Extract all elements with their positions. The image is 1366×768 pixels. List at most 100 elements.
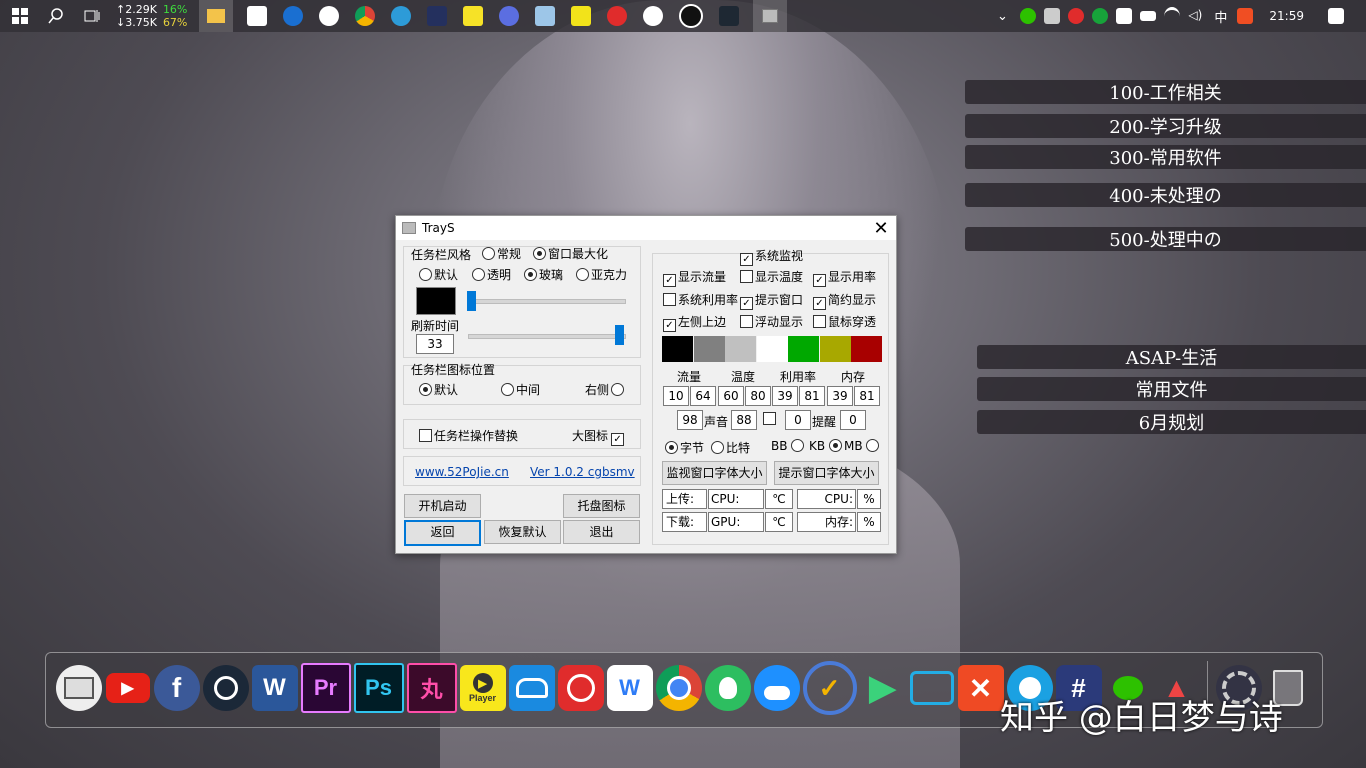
cloud-drive-icon[interactable] [753,665,800,711]
clock[interactable]: 21:59 [1269,9,1304,23]
router-icon[interactable] [508,665,555,711]
radio-unit-mb[interactable]: MB [844,439,881,453]
chrome-dock-icon[interactable] [655,665,702,711]
task-view-icon[interactable] [80,4,104,28]
battery-icon[interactable] [1140,11,1157,21]
desktop-label[interactable]: ASAP-生活 [977,345,1366,369]
color-swatch[interactable] [662,336,693,362]
site-link[interactable]: www.52PoJie.cn [415,465,509,479]
app-tray-icon[interactable] [1116,8,1133,24]
shield-app-icon[interactable] [283,6,304,26]
word-icon[interactable]: W [251,665,298,711]
temp-value-2[interactable]: 80 [745,386,771,406]
remind-value-1[interactable]: 0 [785,410,811,430]
color-swatch-black[interactable] [416,287,456,315]
color-swatch[interactable] [693,336,725,362]
desktop-label[interactable]: 500-处理中の [965,227,1366,251]
refresh-slider-thumb[interactable] [615,325,624,345]
checkbox-sound[interactable] [763,412,778,426]
checkbox-float-display[interactable]: 浮动显示 [740,313,803,330]
checkbox-sys-usage[interactable]: 系统利用率 [663,291,738,308]
netease-music-dock-icon[interactable] [557,665,604,711]
close-icon[interactable]: ✕ [866,218,896,239]
wps-icon[interactable] [643,6,664,26]
facebook-icon[interactable]: f [153,665,200,711]
upload-field[interactable]: 上传: [662,489,707,509]
opacity-slider-thumb[interactable] [467,291,476,311]
trays-taskbar-icon[interactable] [753,0,788,32]
radio-maximize[interactable]: 窗口最大化 [533,245,608,262]
bilibili-icon[interactable] [909,665,955,711]
traffic-value-2[interactable]: 64 [690,386,716,406]
color-swatch[interactable] [788,336,819,362]
color-swatch[interactable] [725,336,756,362]
temp-value-1[interactable]: 60 [718,386,744,406]
exit-button[interactable]: 退出 [563,520,640,544]
refresh-slider-track[interactable] [468,334,626,339]
xmind-icon[interactable]: ✕ [957,665,1004,711]
todo-icon[interactable] [499,6,520,26]
usage-value-2[interactable]: 81 [799,386,825,406]
desktop-label[interactable]: 300-常用软件 [965,145,1366,169]
radio-pos-center[interactable]: 中间 [501,381,540,398]
mem-value-1[interactable]: 39 [827,386,853,406]
desktop-label[interactable]: 100-工作相关 [965,80,1366,104]
chevron-up-icon[interactable]: ⌄ [990,4,1014,28]
netease-tray-icon[interactable] [1068,8,1085,24]
green-tray-icon[interactable] [1092,8,1109,24]
monitor-font-button[interactable]: 监视窗口字体大小 [662,461,767,485]
wan-icon[interactable]: 丸 [406,663,457,713]
restore-default-button[interactable]: 恢复默认 [484,520,561,544]
remind-value-2[interactable]: 0 [840,410,866,430]
tip-font-button[interactable]: 提示窗口字体大小 [774,461,879,485]
steam-icon[interactable] [202,665,249,711]
tray-icon-button[interactable]: 托盘图标 [563,494,640,518]
radio-unit-bit[interactable]: 比特 [711,439,750,456]
radio-unit-byte[interactable]: 字节 [665,439,704,456]
input-language[interactable]: 中 [1214,7,1227,26]
notepad-icon[interactable] [535,6,556,26]
photoshop-icon[interactable]: Ps [353,663,404,713]
dialog-titlebar[interactable]: TrayS ✕ [396,216,896,240]
checkbox-left-top[interactable]: ✓ 左侧上边 [663,313,726,332]
player-icon[interactable] [571,6,592,26]
radio-pos-right[interactable]: 右侧 [585,381,626,398]
radio-unit-bb[interactable]: BB [771,439,806,453]
notification-icon[interactable] [1328,8,1344,24]
sound-value-1[interactable]: 98 [677,410,703,430]
windows-start-icon[interactable] [8,4,32,28]
mem-value-2[interactable]: 81 [854,386,880,406]
checkbox-replace-ops[interactable]: 任务栏操作替换 [419,427,518,444]
checkbox-show-temp[interactable]: 显示温度 [740,268,803,285]
checkbox-sys-monitor[interactable]: ✓ 系统监视 [740,247,803,266]
sticky-note-icon[interactable] [463,6,484,26]
radio-default[interactable]: 默认 [419,266,458,283]
search-tray-icon[interactable] [1044,8,1061,24]
wps-dock-icon[interactable]: W [606,665,653,711]
desktop-label[interactable]: 6月规划 [977,410,1366,434]
refresh-input[interactable]: 33 [416,334,454,354]
autostart-button[interactable]: 开机启动 [404,494,481,518]
usage-value-1[interactable]: 39 [772,386,798,406]
version-link[interactable]: Ver 1.0.2 cgbsmv [530,465,635,479]
wechat-icon[interactable] [319,6,340,26]
chrome-icon[interactable] [355,6,376,26]
player-app-icon[interactable]: ▶ Player [459,665,506,711]
terminal-icon[interactable] [719,6,740,26]
netease-music-icon[interactable] [607,6,628,26]
checkbox-big-icon[interactable]: 大图标 ✓ [572,427,626,446]
color-swatch[interactable] [756,336,788,362]
radio-normal[interactable]: 常规 [482,245,521,262]
radio-acrylic[interactable]: 亚克力 [576,266,627,283]
desktop-label[interactable]: 200-学习升级 [965,114,1366,138]
search-icon[interactable] [44,4,68,28]
gpu-temp-field[interactable]: GPU: [708,512,764,532]
computer-icon[interactable] [55,665,102,711]
back-button[interactable]: 返回 [404,520,481,546]
traffic-value-1[interactable]: 10 [663,386,689,406]
wifi-icon[interactable] [1164,6,1181,26]
radio-pos-default[interactable]: 默认 [419,381,458,398]
desktop-label[interactable]: 常用文件 [977,377,1366,401]
youtube-icon[interactable]: ▶ [105,665,151,711]
checkbox-show-traffic[interactable]: ✓ 显示流量 [663,268,726,287]
